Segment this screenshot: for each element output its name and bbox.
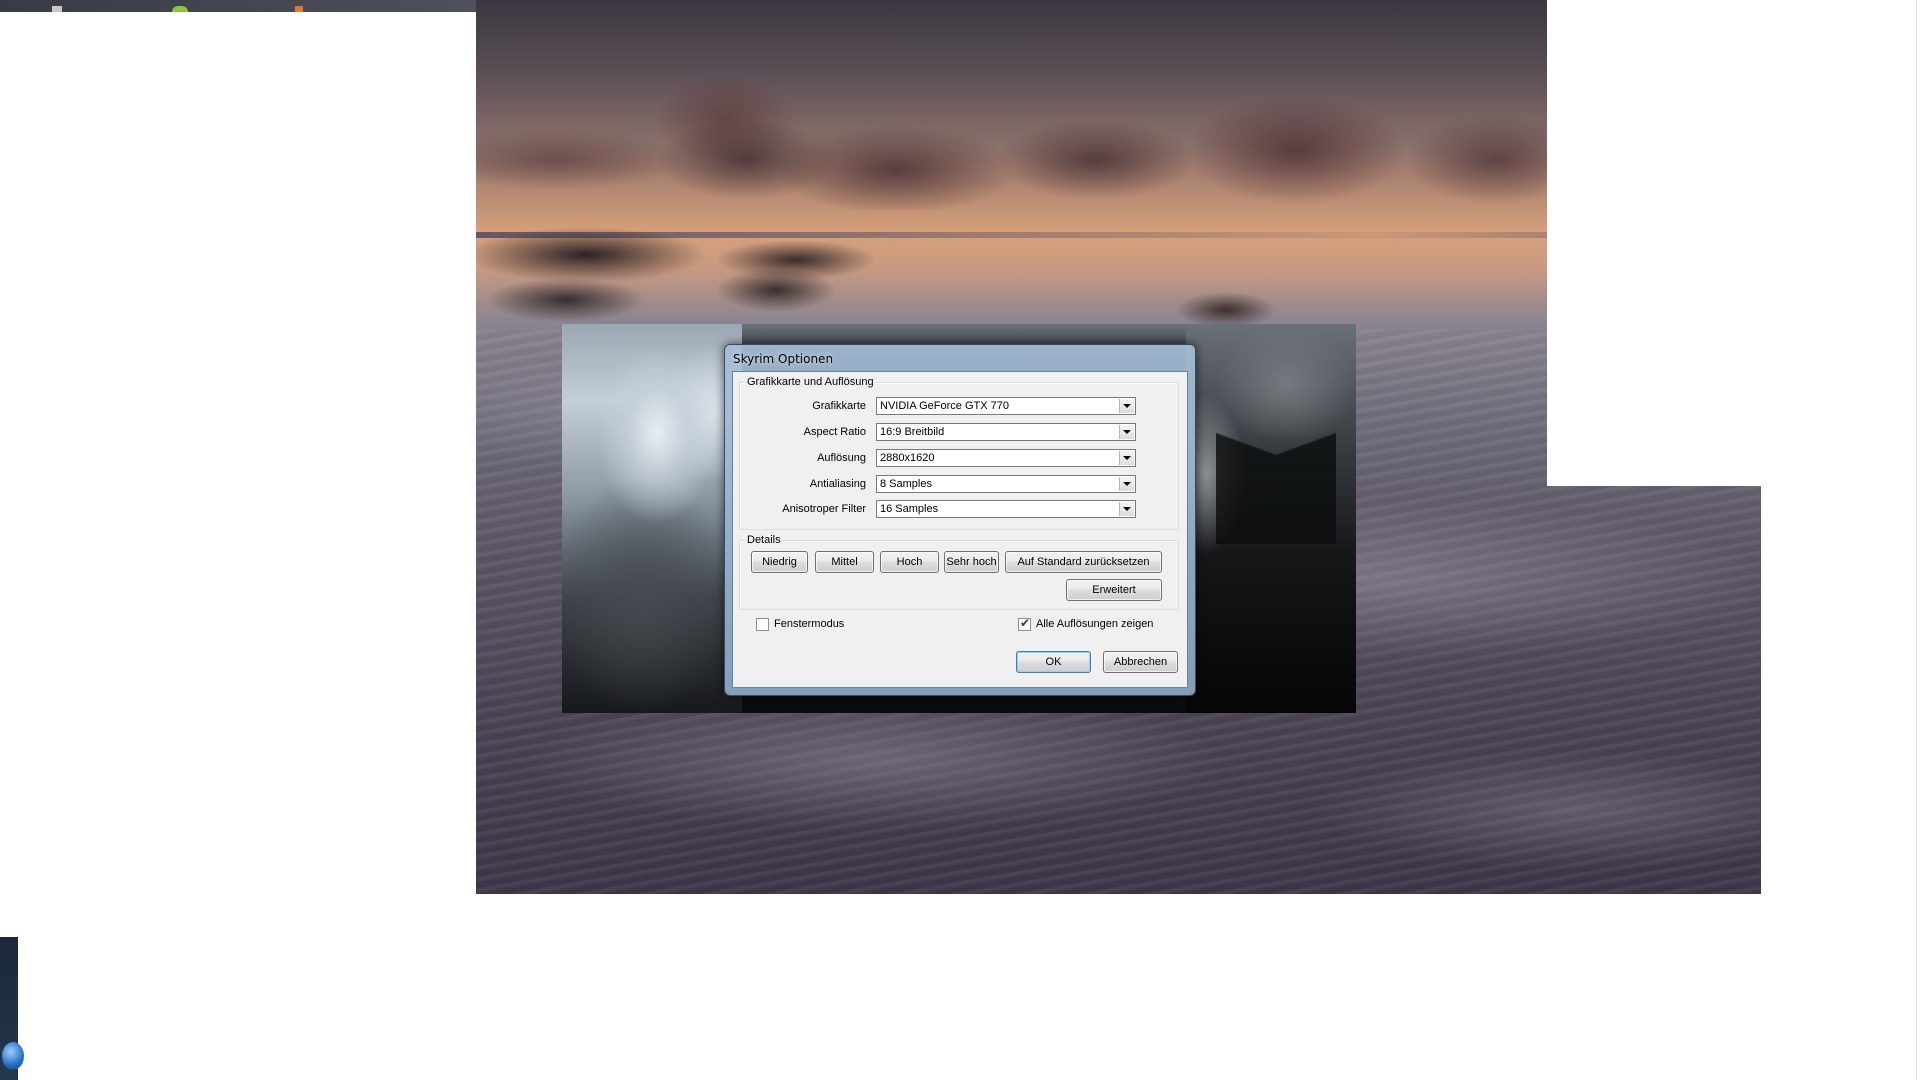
anisotropic-filter-select[interactable]: 16 Samples [876,500,1136,518]
show-all-resolutions-label: Alle Auflösungen zeigen [1036,618,1154,630]
graphics-group-legend: Grafikkarte und Auflösung [746,375,875,389]
chevron-down-icon[interactable] [1119,477,1134,491]
graphics-card-select[interactable]: NVIDIA GeForce GTX 770 [876,397,1136,415]
advanced-button[interactable]: Erweitert [1066,579,1162,601]
chevron-down-icon[interactable] [1119,502,1134,516]
screen-edge-line [1916,0,1917,1080]
launcher-mountain-art [562,324,742,713]
details-group-legend: Details [746,533,782,547]
antialiasing-label: Antialiasing [809,478,866,490]
reset-defaults-button[interactable]: Auf Standard zurücksetzen [1005,551,1162,573]
graphics-card-value: NVIDIA GeForce GTX 770 [880,400,1009,412]
windowed-mode-label: Fenstermodus [774,618,845,630]
aspect-ratio-label: Aspect Ratio [803,426,866,438]
chevron-down-icon[interactable] [1119,425,1134,439]
cancel-button[interactable]: Abbrechen [1103,651,1178,673]
launcher-trees-art [1216,384,1336,544]
white-area [1761,486,1920,1080]
chevron-down-icon[interactable] [1119,451,1134,465]
anisotropic-filter-label: Anisotroper Filter [782,503,866,515]
white-area [1547,0,1920,486]
ok-button[interactable]: OK [1016,651,1091,673]
resolution-value: 2880x1620 [880,452,935,464]
preset-ultra-button[interactable]: Sehr hoch [944,551,999,573]
preset-medium-button[interactable]: Mittel [815,551,874,573]
antialiasing-value: 8 Samples [880,478,932,490]
start-button-icon[interactable] [2,1042,24,1070]
preset-low-button[interactable]: Niedrig [751,551,808,573]
options-dialog: Skyrim Optionen Grafikkarte und Auflösun… [724,344,1196,696]
desktop-top-strip [0,0,476,12]
resolution-label: Auflösung [817,452,866,464]
chevron-down-icon[interactable] [1119,399,1134,413]
graphics-card-label: Grafikkarte [812,400,866,412]
details-group: Details Niedrig Mittel Hoch Sehr hoch Au… [739,533,1179,610]
white-area [0,12,476,1080]
resolution-select[interactable]: 2880x1620 [876,449,1136,467]
preset-high-button[interactable]: Hoch [880,551,939,573]
antialiasing-select[interactable]: 8 Samples [876,475,1136,493]
checkmark-icon: ✔ [1020,616,1031,630]
anisotropic-filter-value: 16 Samples [880,503,939,515]
aspect-ratio-value: 16:9 Breitbild [880,426,945,438]
graphics-group: Grafikkarte und Auflösung Grafikkarte NV… [739,375,1179,530]
dialog-title: Skyrim Optionen [733,352,834,366]
windowed-mode-checkbox[interactable] [756,618,769,631]
aspect-ratio-select[interactable]: 16:9 Breitbild [876,423,1136,441]
show-all-resolutions-checkbox[interactable]: ✔ [1018,616,1031,631]
dialog-client-area: Grafikkarte und Auflösung Grafikkarte NV… [732,371,1188,688]
